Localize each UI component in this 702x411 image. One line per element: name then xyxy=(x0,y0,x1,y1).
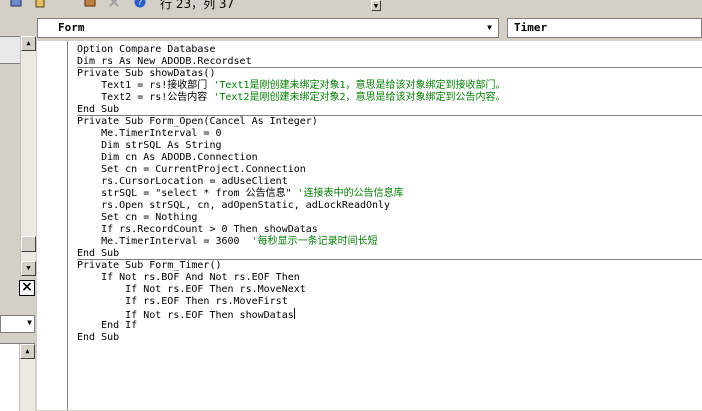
code-text: End Sub xyxy=(77,332,120,343)
procedure-separator xyxy=(77,259,702,260)
code-text: Private Sub showDatas() xyxy=(77,68,216,79)
chevron-down-icon: ▼ xyxy=(27,318,32,327)
help-icon[interactable]: ? xyxy=(134,0,146,8)
text-caret xyxy=(293,308,295,319)
code-text: Dim cn As ADODB.Connection xyxy=(77,152,258,163)
code-window: Form ▼ Timer Option Compare Database Dim … xyxy=(37,11,702,410)
code-line[interactable]: Me.TimerInterval = 3600 '每秒显示一条记录时间长短 xyxy=(77,236,378,248)
code-comment: '连接表中的公告信息库 xyxy=(297,188,404,199)
svg-text:?: ? xyxy=(138,0,142,7)
code-text: Text2 = rs!公告内容 xyxy=(77,92,214,103)
scroll-thumb[interactable] xyxy=(21,236,36,252)
code-text: Set cn = CurrentProject.Connection xyxy=(77,164,306,175)
code-line[interactable]: Dim strSQL As String xyxy=(77,140,222,152)
object-selector[interactable]: Form ▼ xyxy=(37,18,499,38)
code-line[interactable]: Private Sub showDatas() xyxy=(77,68,215,80)
code-line[interactable]: strSQL = "select * from 公告信息" '连接表中的公告信息… xyxy=(77,188,404,200)
object-selector-value: Form xyxy=(58,21,85,34)
tools-icon[interactable] xyxy=(10,0,22,8)
scroll-up-button[interactable]: ▲ xyxy=(21,36,36,51)
code-text: If Not rs.EOF Then rs.MoveNext xyxy=(77,284,306,295)
procedure-selector-value: Timer xyxy=(514,21,548,34)
properties-list[interactable]: ▲ xyxy=(0,343,35,411)
code-line[interactable]: Dim cn As ADODB.Connection xyxy=(77,152,258,164)
disabled-close-icon xyxy=(109,0,119,7)
code-line[interactable]: If Not rs.BOF And Not rs.EOF Then xyxy=(77,272,300,284)
code-text: Option Compare Database xyxy=(77,44,216,55)
code-text: If rs.EOF Then rs.MoveFirst xyxy=(77,296,288,307)
code-line[interactable]: Private Sub Form_Timer() xyxy=(77,260,222,272)
code-text: If Not rs.BOF And Not rs.EOF Then xyxy=(77,272,300,283)
procedure-selector[interactable]: Timer xyxy=(507,18,702,38)
code-line[interactable]: If Not rs.EOF Then rs.MoveNext xyxy=(77,284,306,296)
code-window-header: Form ▼ Timer xyxy=(37,11,702,41)
code-text: Me.TimerInterval = 3600 xyxy=(77,236,252,247)
project-scrollbar[interactable]: ▲ ▼ xyxy=(20,36,36,276)
code-text: rs.Open strSQL, cn, adOpenStatic, adLock… xyxy=(77,200,391,211)
code-text: End Sub xyxy=(77,104,120,115)
code-text: Me.TimerInterval = 0 xyxy=(77,128,222,139)
code-text: End Sub xyxy=(77,248,120,259)
code-line[interactable]: If rs.EOF Then rs.MoveFirst xyxy=(77,296,288,308)
toolbar-options-dropdown[interactable]: ▼ xyxy=(371,0,381,11)
code-line[interactable]: Me.TimerInterval = 0 xyxy=(77,128,222,140)
code-text: Private Sub Form_Timer() xyxy=(77,260,222,271)
left-dock-panel: ▲ ▼ × ▼ ▲ xyxy=(0,11,37,411)
code-line[interactable]: Text2 = rs!公告内容 'Text2是刚创建未绑定对象2，意思是给该对象… xyxy=(77,92,505,104)
code-line[interactable]: End Sub xyxy=(77,332,119,344)
code-comment: 'Text2是刚创建未绑定对象2，意思是给该对象绑定到公告内容。 xyxy=(213,92,506,103)
code-comment: 'Text1是刚创建未绑定对象1，意思是给该对象绑定到接收部门。 xyxy=(213,80,506,91)
code-line[interactable]: Private Sub Form_Open(Cancel As Integer) xyxy=(77,116,318,128)
scroll-up-button[interactable]: ▲ xyxy=(20,344,35,359)
code-text: Dim strSQL As String xyxy=(77,140,222,151)
code-text: Dim rs As New ADODB.Recordset xyxy=(77,56,252,67)
code-line[interactable]: If rs.RecordCount > 0 Then showDatas xyxy=(77,224,318,236)
properties-scrollbar[interactable]: ▲ xyxy=(19,344,35,411)
code-text: Private Sub Form_Open(Cancel As Integer) xyxy=(77,116,318,127)
procedure-separator xyxy=(77,115,702,116)
code-text: Text1 = rs!接收部门 xyxy=(77,80,214,91)
chevron-down-icon: ▼ xyxy=(487,23,492,32)
code-line[interactable]: Option Compare Database xyxy=(77,44,215,56)
code-comment: '每秒显示一条记录时间长短 xyxy=(251,236,378,247)
code-margin-indicator-bar[interactable] xyxy=(37,41,68,410)
object-browser-icon[interactable] xyxy=(34,0,46,8)
code-text: rs.CursorLocation = adUseClient xyxy=(77,176,288,187)
toolbar: ? 行 23，列 37 ▼ xyxy=(0,0,702,11)
code-line[interactable]: rs.CursorLocation = adUseClient xyxy=(77,176,288,188)
code-line[interactable]: Set cn = Nothing xyxy=(77,212,197,224)
toolbox-icon[interactable] xyxy=(84,0,96,8)
procedure-separator xyxy=(77,67,702,68)
scroll-down-button[interactable]: ▼ xyxy=(21,261,36,276)
code-text: Set cn = Nothing xyxy=(77,212,198,223)
code-line[interactable]: Text1 = rs!接收部门 'Text1是刚创建未绑定对象1，意思是给该对象… xyxy=(77,80,505,92)
code-line[interactable]: Set cn = CurrentProject.Connection xyxy=(77,164,306,176)
code-editor[interactable]: Option Compare Database Dim rs As New ADO… xyxy=(77,44,702,410)
code-line[interactable]: If Not rs.EOF Then showDatas xyxy=(77,308,295,321)
properties-object-dropdown[interactable]: ▼ xyxy=(0,315,35,333)
cursor-position-status: 行 23，列 37 xyxy=(160,0,235,11)
code-text: If rs.RecordCount > 0 Then showDatas xyxy=(77,224,318,235)
code-line[interactable]: End If xyxy=(77,320,137,332)
code-text: End If xyxy=(77,320,138,331)
code-text: strSQL = "select * from 公告信息" xyxy=(77,188,298,199)
code-line[interactable]: rs.Open strSQL, cn, adOpenStatic, adLock… xyxy=(77,200,390,212)
properties-close-icon[interactable]: × xyxy=(19,280,35,296)
